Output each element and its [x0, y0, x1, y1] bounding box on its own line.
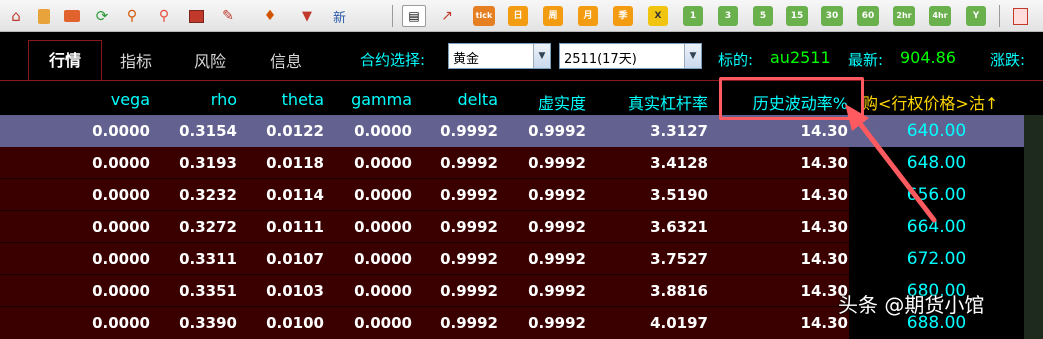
annotation-arrow-icon — [845, 104, 937, 223]
watermark: 头条 @期货小馆 — [838, 293, 985, 317]
